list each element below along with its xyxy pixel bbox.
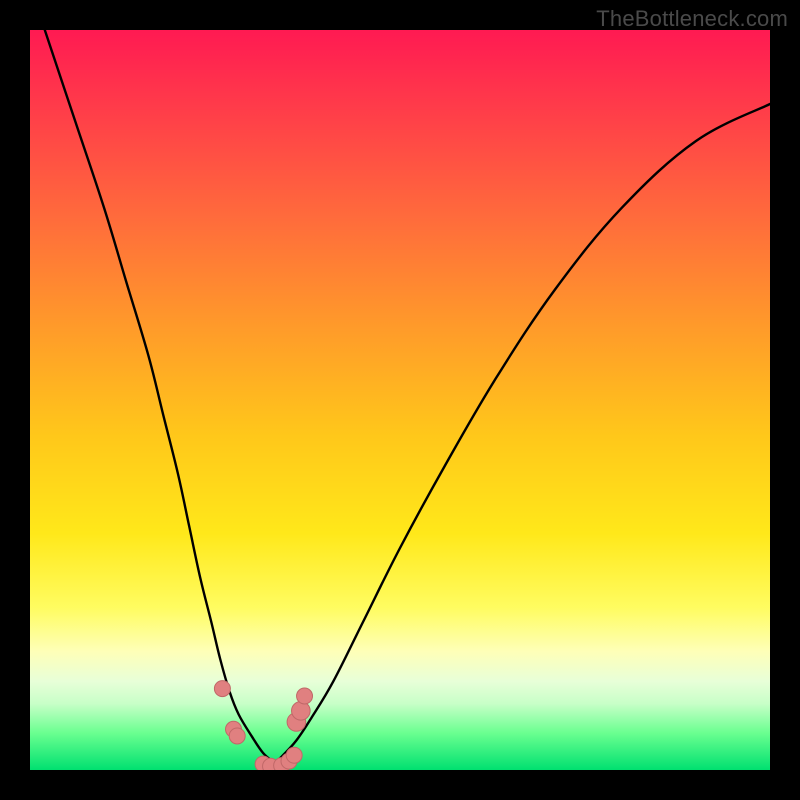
curve-right-branch bbox=[274, 104, 770, 763]
plot-area bbox=[30, 30, 770, 770]
data-marker bbox=[214, 681, 230, 697]
data-marker bbox=[229, 728, 245, 744]
data-marker bbox=[297, 688, 313, 704]
data-marker bbox=[286, 747, 302, 763]
curve-layer bbox=[30, 30, 770, 770]
curve-left-branch bbox=[45, 30, 274, 763]
watermark-text: TheBottleneck.com bbox=[596, 6, 788, 32]
chart-frame: TheBottleneck.com bbox=[0, 0, 800, 800]
data-marker bbox=[292, 701, 311, 720]
